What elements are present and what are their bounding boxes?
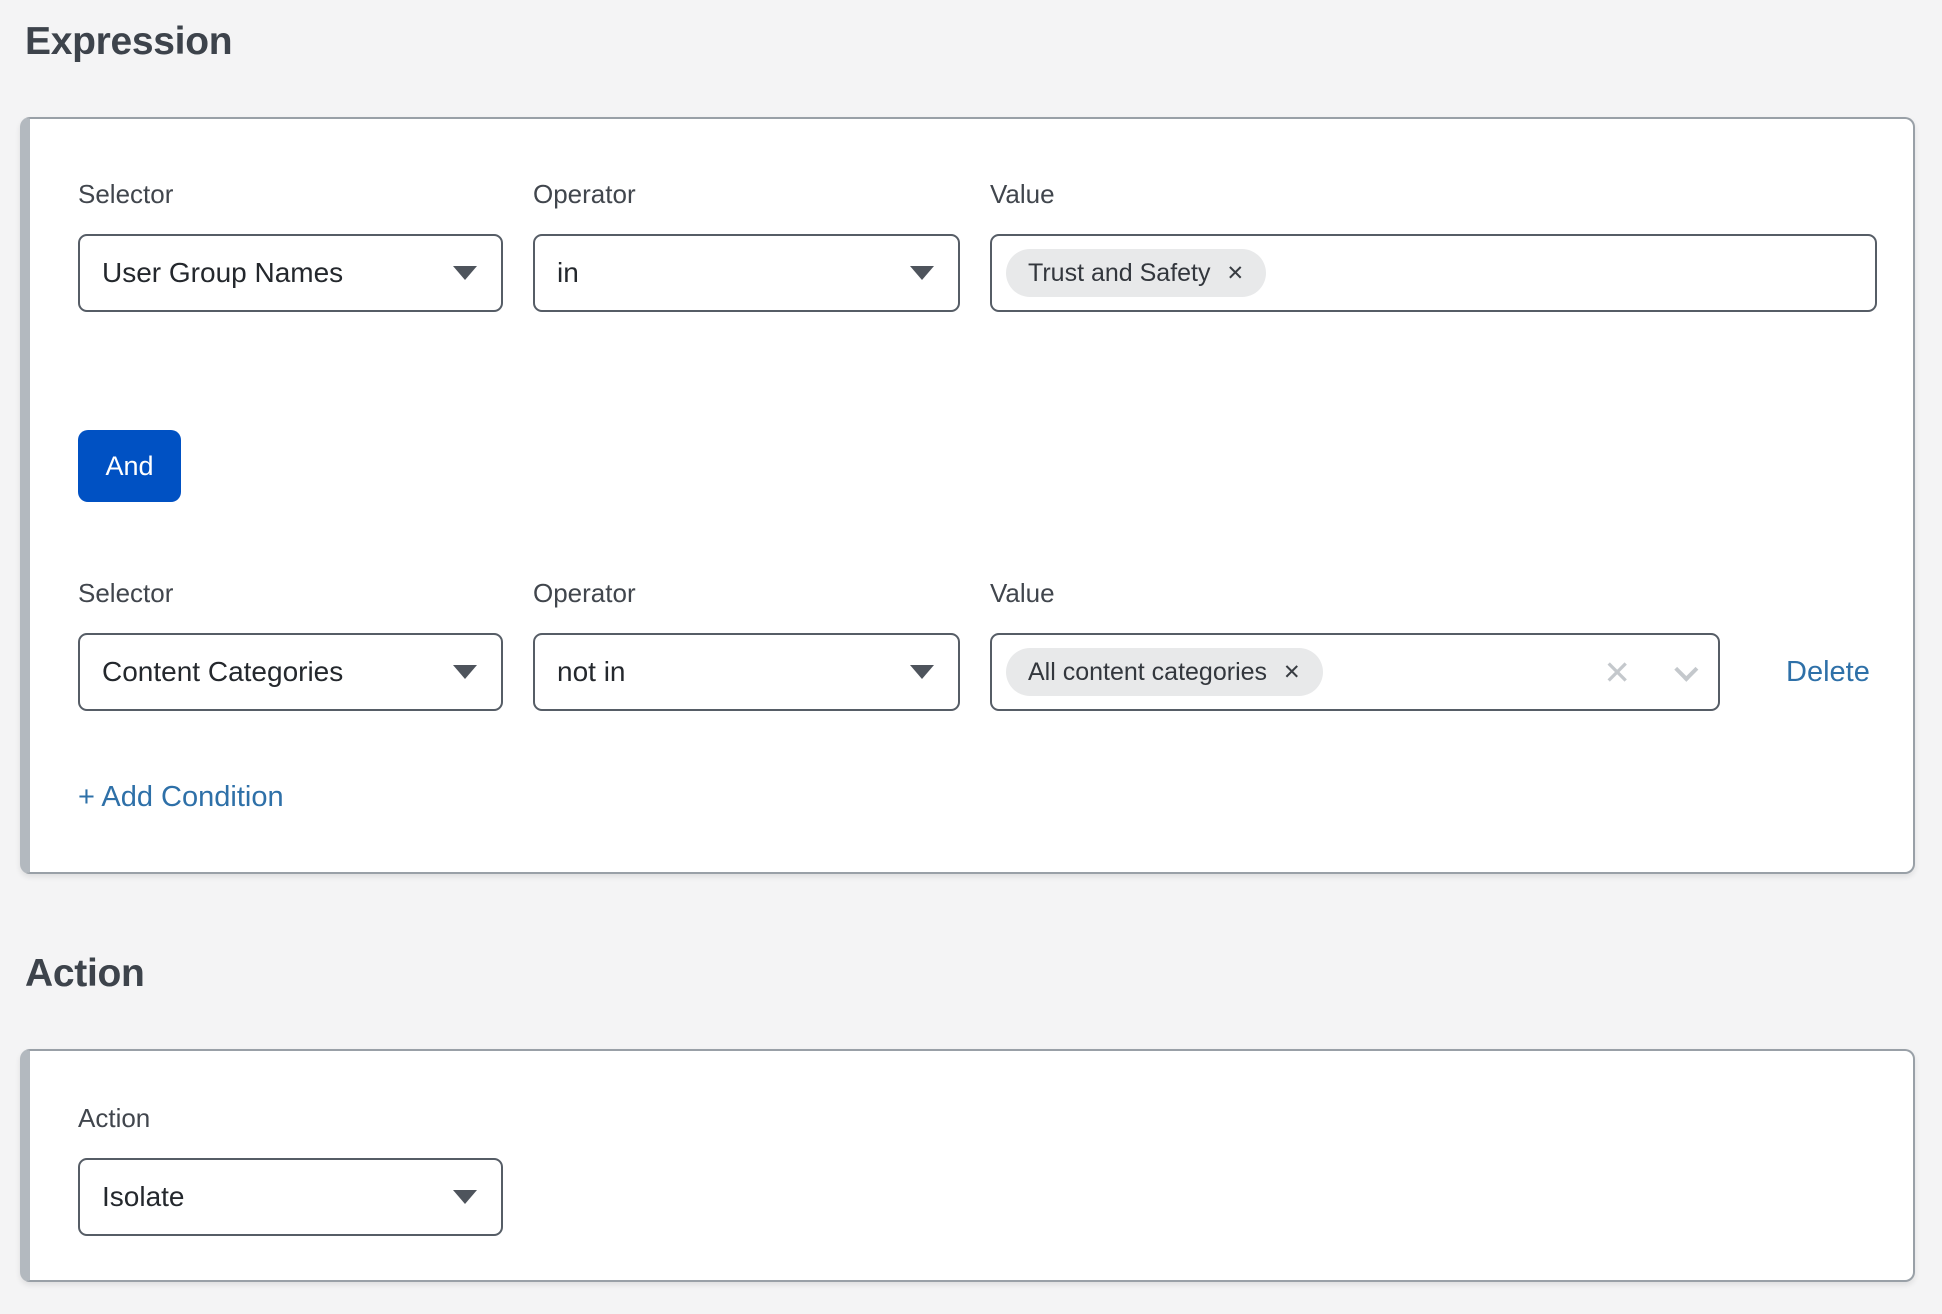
caret-down-icon — [453, 1190, 477, 1204]
operator-label: Operator — [533, 578, 636, 608]
caret-down-icon — [910, 266, 934, 280]
value-label: Value — [990, 578, 1055, 608]
value-tag: Trust and Safety ✕ — [1006, 249, 1267, 297]
and-button[interactable]: And — [78, 430, 181, 502]
selector-dropdown-2-value: Content Categories — [102, 656, 344, 687]
value-field-2: Value All content categories ✕ ✕ — [990, 578, 1720, 711]
condition-row-2: Selector Content Categories Operator not… — [78, 578, 1870, 711]
operator-dropdown-2[interactable]: not in — [533, 633, 960, 711]
value-tag: All content categories ✕ — [1006, 648, 1323, 696]
selector-dropdown-1[interactable]: User Group Names — [78, 234, 503, 312]
operator-field-1: Operator in — [533, 179, 960, 312]
operator-field-2: Operator not in — [533, 578, 960, 711]
operator-dropdown-2-value: not in — [557, 656, 626, 687]
action-card: Action Isolate — [20, 1049, 1915, 1282]
value-tag-label: Trust and Safety — [1028, 258, 1211, 287]
operator-label: Operator — [533, 179, 636, 209]
operator-dropdown-1[interactable]: in — [533, 234, 960, 312]
caret-down-icon — [453, 665, 477, 679]
delete-condition-link[interactable]: Delete — [1786, 656, 1870, 689]
selector-label: Selector — [78, 179, 174, 209]
value-field-1: Value Trust and Safety ✕ — [990, 179, 1877, 312]
action-dropdown-value: Isolate — [102, 1181, 185, 1212]
selector-dropdown-2[interactable]: Content Categories — [78, 633, 503, 711]
expression-heading: Expression — [25, 20, 233, 63]
selector-field-2: Selector Content Categories — [78, 578, 503, 711]
operator-dropdown-1-value: in — [557, 257, 579, 288]
caret-down-icon — [910, 665, 934, 679]
value-tag-label: All content categories — [1028, 657, 1268, 686]
action-label: Action — [78, 1103, 151, 1133]
expression-card-body: Selector User Group Names Operator in Va… — [30, 119, 1913, 872]
clear-icon[interactable]: ✕ — [1603, 656, 1631, 689]
value-controls: ✕ — [1603, 656, 1699, 689]
value-multiselect-2[interactable]: All content categories ✕ ✕ — [990, 633, 1720, 711]
action-heading: Action — [25, 952, 145, 995]
selector-dropdown-1-value: User Group Names — [102, 257, 344, 288]
add-condition-link[interactable]: + Add Condition — [78, 781, 284, 814]
selector-field-1: Selector User Group Names — [78, 179, 503, 312]
expression-card: Selector User Group Names Operator in Va… — [20, 117, 1915, 874]
chevron-down-icon[interactable] — [1674, 657, 1699, 682]
tag-remove-icon[interactable]: ✕ — [1227, 263, 1245, 284]
selector-label: Selector — [78, 578, 174, 608]
action-card-body: Action Isolate — [30, 1051, 1913, 1280]
caret-down-icon — [453, 266, 477, 280]
action-field: Action Isolate — [78, 1103, 1853, 1236]
tag-remove-icon[interactable]: ✕ — [1283, 662, 1301, 683]
value-multiselect-1[interactable]: Trust and Safety ✕ — [990, 234, 1877, 312]
action-dropdown[interactable]: Isolate — [78, 1158, 503, 1236]
condition-row-1: Selector User Group Names Operator in Va… — [78, 179, 1877, 312]
value-label: Value — [990, 179, 1055, 209]
